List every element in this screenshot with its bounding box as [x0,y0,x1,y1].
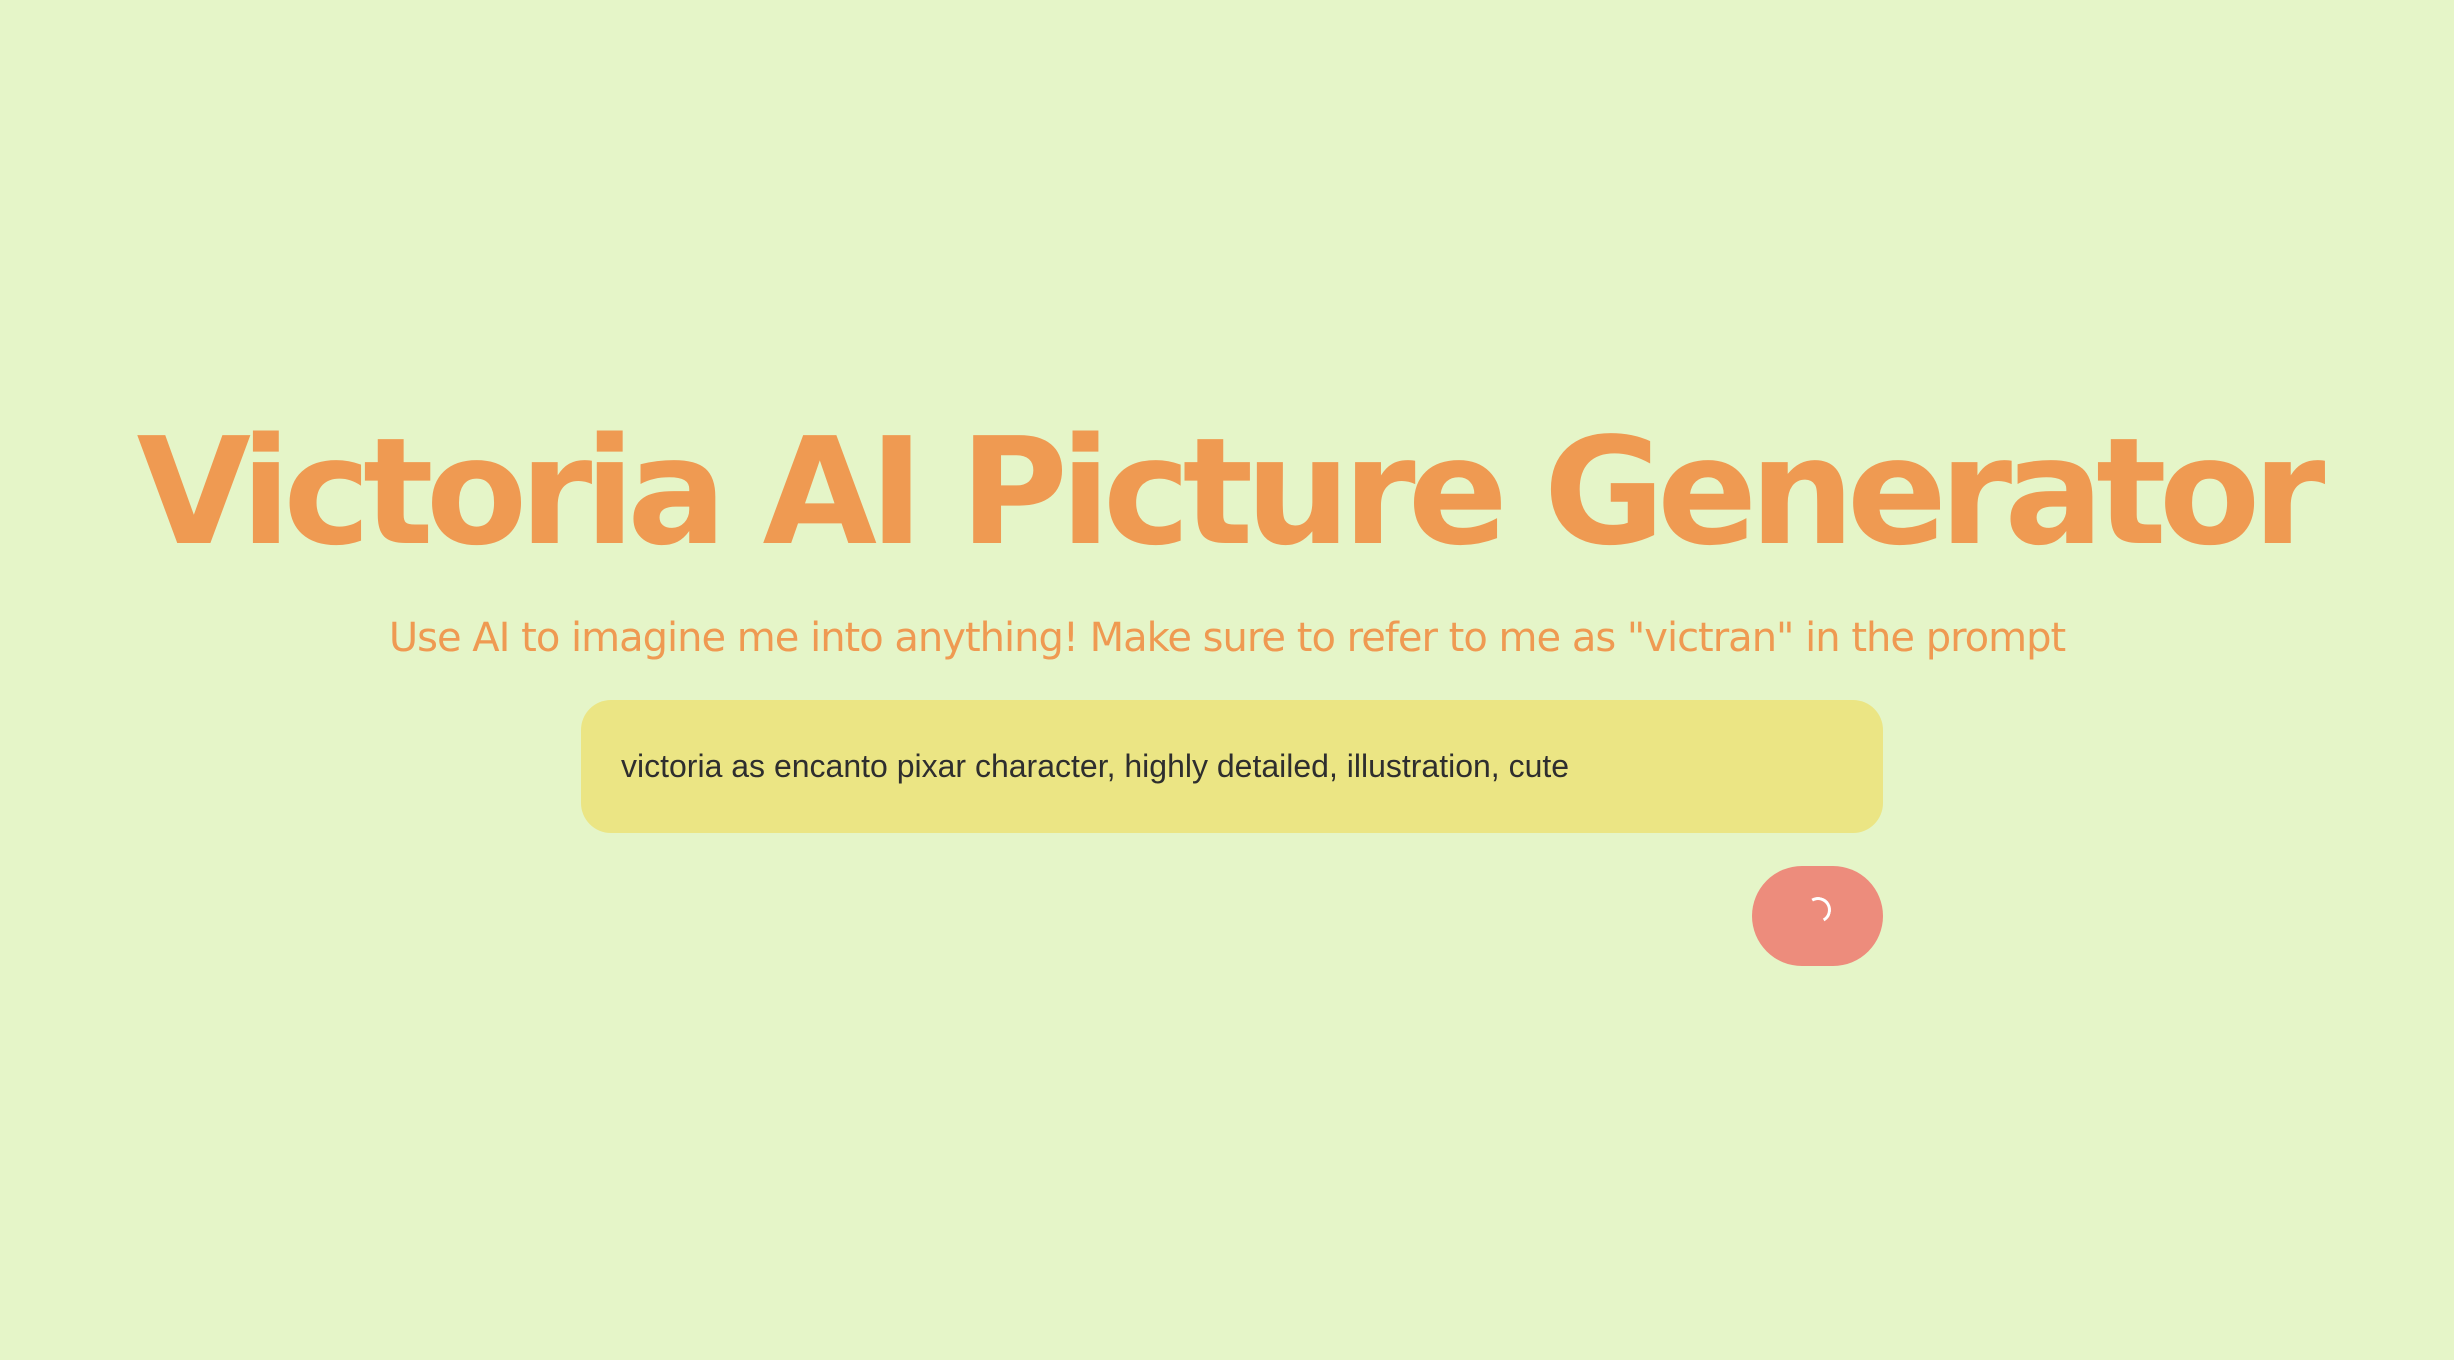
prompt-input[interactable] [581,700,1883,833]
page-subtitle: Use AI to imagine me into anything! Make… [388,615,2066,661]
spinner-icon [1801,894,1834,926]
prompt-container [581,700,1883,833]
page-title: Victoria AI Picture Generator [136,406,2326,578]
generate-button[interactable] [1752,866,1883,966]
